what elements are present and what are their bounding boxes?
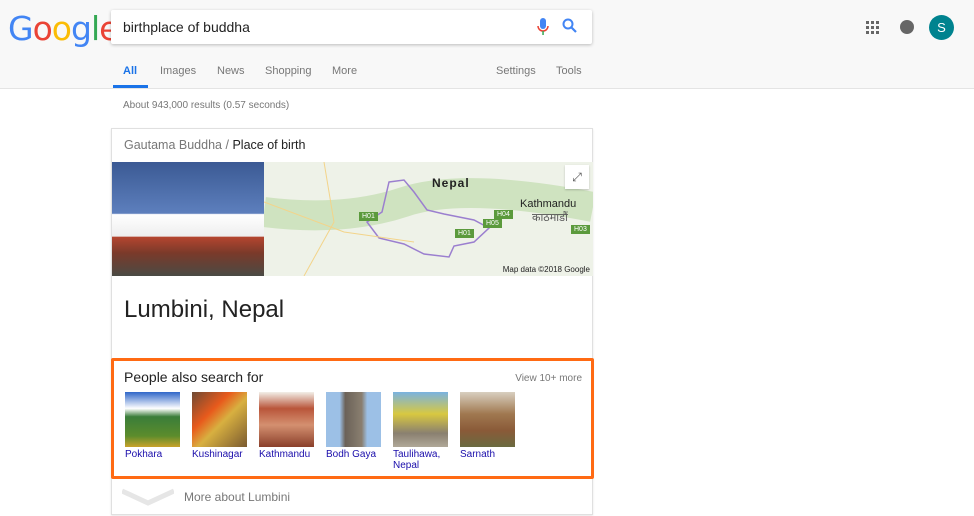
highway-label: H03 xyxy=(571,225,590,234)
expand-map-icon[interactable]: ⤢ xyxy=(565,165,589,189)
apps-grid-icon[interactable] xyxy=(866,21,879,34)
tools-link[interactable]: Tools xyxy=(556,65,582,77)
header: Google birthplace of buddha All Images N… xyxy=(0,0,974,89)
tab-images[interactable]: Images xyxy=(160,65,196,77)
people-also-search-section: People also search for View 10+ more Pok… xyxy=(111,358,594,479)
search-icon[interactable] xyxy=(562,18,578,34)
search-input[interactable]: birthplace of buddha xyxy=(123,19,250,35)
list-item-taulihawa[interactable]: Taulihawa, Nepal xyxy=(393,392,449,471)
breadcrumb-separator: / xyxy=(225,138,229,152)
notifications-icon[interactable] xyxy=(900,20,914,34)
tab-all[interactable]: All xyxy=(123,65,137,77)
breadcrumb-current: Place of birth xyxy=(232,138,306,152)
kushinagar-thumbnail[interactable] xyxy=(192,392,247,447)
tab-more[interactable]: More xyxy=(332,65,357,77)
item-label[interactable]: Kathmandu xyxy=(259,449,315,460)
view-more-link[interactable]: View 10+ more xyxy=(515,373,582,384)
highway-label: H04 xyxy=(494,210,513,219)
map[interactable]: Nepal Kathmandu काठमाडौं H01 H04 H05 H01… xyxy=(264,162,593,276)
kathmandu-thumbnail[interactable] xyxy=(259,392,314,447)
lumbini-photo[interactable] xyxy=(112,162,264,276)
more-about-link[interactable]: More about Lumbini xyxy=(184,490,290,504)
breadcrumb: Gautama Buddha / Place of birth xyxy=(124,138,305,152)
chevron-down-icon[interactable] xyxy=(122,487,174,507)
settings-link[interactable]: Settings xyxy=(496,65,536,77)
tab-news[interactable]: News xyxy=(217,65,245,77)
map-label-kathmandu: Kathmandu xyxy=(520,198,577,210)
taulihawa-thumbnail[interactable] xyxy=(393,392,448,447)
account-avatar[interactable]: S xyxy=(929,15,954,40)
section-heading: People also search for xyxy=(124,369,264,385)
breadcrumb-parent[interactable]: Gautama Buddha xyxy=(124,138,222,152)
item-label[interactable]: Pokhara xyxy=(125,449,181,460)
sarnath-thumbnail[interactable] xyxy=(460,392,515,447)
list-item-sarnath[interactable]: Sarnath xyxy=(460,392,516,460)
list-item-pokhara[interactable]: Pokhara xyxy=(125,392,181,460)
highway-label: H05 xyxy=(483,219,502,228)
map-label-nepal: Nepal xyxy=(432,176,470,190)
list-item-bodh-gaya[interactable]: Bodh Gaya xyxy=(326,392,382,460)
google-logo[interactable]: Google xyxy=(8,9,119,48)
knowledge-card: Gautama Buddha / Place of birth Nepal Ka… xyxy=(111,128,594,515)
item-label[interactable]: Sarnath xyxy=(460,449,516,460)
map-credit: Map data ©2018 Google xyxy=(502,265,590,274)
entity-title: Lumbini, Nepal xyxy=(124,296,285,323)
bodh-gaya-thumbnail[interactable] xyxy=(326,392,381,447)
item-label[interactable]: Bodh Gaya xyxy=(326,449,382,460)
pokhara-thumbnail[interactable] xyxy=(125,392,180,447)
active-tab-indicator xyxy=(113,85,148,88)
list-item-kathmandu[interactable]: Kathmandu xyxy=(259,392,315,460)
item-label[interactable]: Taulihawa, Nepal xyxy=(393,449,449,471)
highway-label: H01 xyxy=(455,229,474,238)
search-box[interactable]: birthplace of buddha xyxy=(111,10,592,44)
microphone-icon[interactable] xyxy=(537,18,549,36)
highway-label: H01 xyxy=(359,212,378,221)
list-item-kushinagar[interactable]: Kushinagar xyxy=(192,392,248,460)
item-label[interactable]: Kushinagar xyxy=(192,449,248,460)
result-stats: About 943,000 results (0.57 seconds) xyxy=(123,100,290,111)
tab-shopping[interactable]: Shopping xyxy=(265,65,312,77)
map-label-kathmandu-native: काठमाडौं xyxy=(532,212,568,224)
